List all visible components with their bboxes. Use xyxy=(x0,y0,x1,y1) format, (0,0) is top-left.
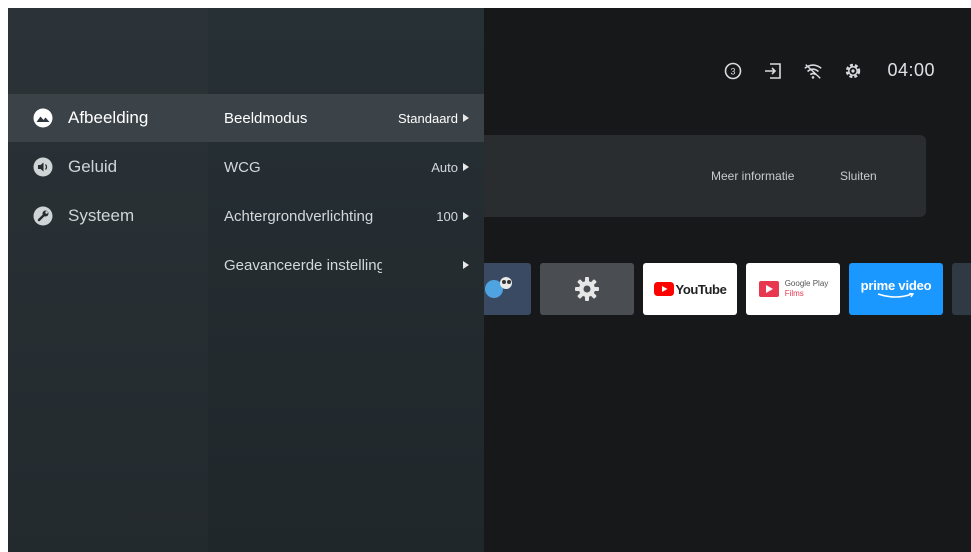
wifi-icon[interactable] xyxy=(803,61,823,81)
wrench-icon xyxy=(32,205,54,227)
settings-icon[interactable] xyxy=(843,61,863,81)
chevron-right-icon xyxy=(463,261,469,269)
option-beeldmodus[interactable]: Beeldmodus Standaard xyxy=(208,94,484,142)
play-films-label-line1: Google Play xyxy=(784,279,829,288)
gear-icon xyxy=(575,277,599,301)
settings-options-panel: Beeldmodus Standaard WCG Auto Achtergron… xyxy=(208,8,484,552)
app-tile-settings[interactable] xyxy=(540,263,634,315)
category-label: Systeem xyxy=(68,206,135,225)
option-label: Beeldmodus xyxy=(224,109,308,127)
notification-icon[interactable]: 3 xyxy=(723,61,743,81)
tv-screen: 3 04:00 Meer informatie Sluiten YouTube … xyxy=(8,8,971,552)
status-bar: 3 04:00 xyxy=(723,60,935,81)
play-films-label-line2: Films xyxy=(784,289,804,298)
close-button[interactable]: Sluiten xyxy=(840,169,877,183)
play-films-icon xyxy=(758,281,779,297)
option-value: Auto xyxy=(431,159,458,175)
gamepad-icon xyxy=(484,277,512,298)
picture-icon xyxy=(32,107,54,129)
info-banner: Meer informatie Sluiten xyxy=(478,135,926,217)
option-achtergrondverlichting[interactable]: Achtergrondverlichting 100 xyxy=(208,192,484,240)
option-wcg[interactable]: WCG Auto xyxy=(208,143,484,191)
category-label: Geluid xyxy=(68,157,118,176)
option-geavanceerde-instellingen[interactable]: Geavanceerde instellingen xyxy=(208,241,484,289)
option-label: Geavanceerde instellingen xyxy=(224,256,382,274)
prime-video-label: prime video xyxy=(860,278,932,293)
app-tile-partial[interactable] xyxy=(952,263,971,315)
option-value: Standaard xyxy=(398,110,458,126)
option-label: Achtergrondverlichting xyxy=(224,207,374,225)
input-source-icon[interactable] xyxy=(763,61,783,81)
app-tile-prime-video[interactable]: prime video xyxy=(849,263,943,315)
app-tile-google-play-films[interactable]: Google Play Films xyxy=(746,263,840,315)
category-geluid[interactable]: Geluid xyxy=(8,143,208,191)
prime-smile-icon xyxy=(877,293,915,298)
category-afbeelding[interactable]: Afbeelding xyxy=(8,94,208,142)
app-tile-youtube[interactable]: YouTube xyxy=(643,263,737,315)
youtube-label: YouTube xyxy=(675,281,727,297)
more-info-button[interactable]: Meer informatie xyxy=(711,169,794,183)
sound-icon xyxy=(32,156,54,178)
category-label: Afbeelding xyxy=(68,108,149,127)
settings-category-panel: Afbeelding Geluid Systeem xyxy=(8,8,208,552)
clock: 04:00 xyxy=(887,60,935,80)
youtube-play-icon xyxy=(653,282,674,296)
chevron-right-icon xyxy=(463,163,469,171)
notification-count: 3 xyxy=(731,66,736,76)
chevron-right-icon xyxy=(463,114,469,122)
option-value: 100 xyxy=(436,208,458,224)
option-label: WCG xyxy=(224,158,261,176)
category-systeem[interactable]: Systeem xyxy=(8,192,208,240)
chevron-right-icon xyxy=(463,212,469,220)
